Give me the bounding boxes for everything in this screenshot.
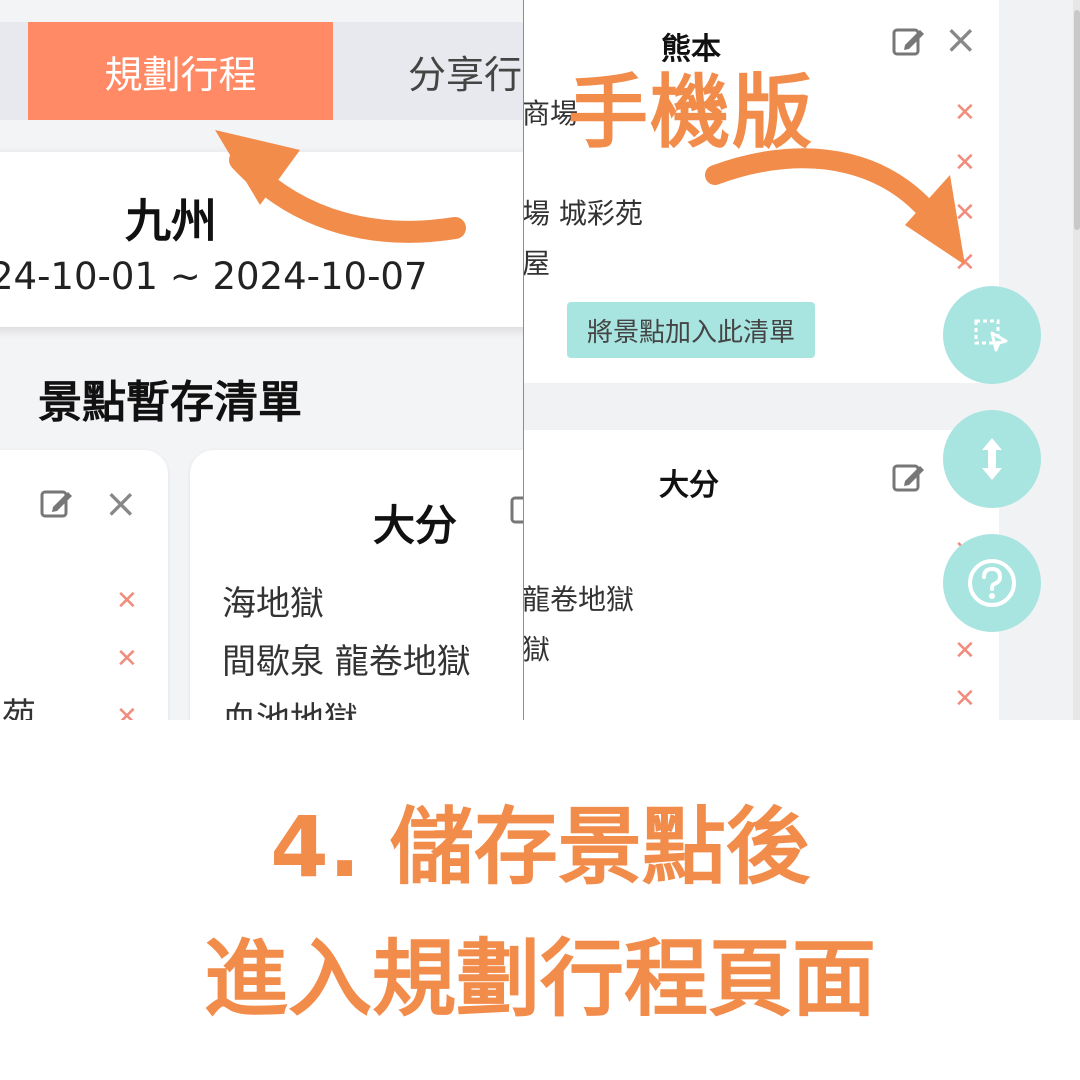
trip-card: [0, 152, 580, 327]
scrollbar[interactable]: [1073, 0, 1080, 720]
mobile-version-label: 手機版: [568, 66, 814, 159]
remove-icon[interactable]: ✕: [954, 150, 976, 176]
select-spots-fab[interactable]: [943, 286, 1041, 384]
trip-dates: 24-10-01 ~ 2024-10-07: [0, 255, 428, 298]
tab-plan-itinerary[interactable]: 規劃行程: [28, 22, 333, 120]
close-icon[interactable]: ×: [104, 484, 138, 524]
remove-icon[interactable]: ✕: [954, 250, 976, 276]
spot-item: 血池地獄: [222, 700, 358, 720]
reorder-fab[interactable]: [943, 410, 1041, 508]
scrollbar-thumb[interactable]: [1074, 10, 1080, 230]
help-fab[interactable]: [943, 534, 1041, 632]
edit-icon[interactable]: [40, 486, 74, 520]
spot-item: 間歇泉 龍卷地獄: [222, 642, 471, 682]
trip-title: 九州: [125, 194, 217, 248]
remove-icon[interactable]: ✕: [954, 100, 976, 126]
remove-icon[interactable]: ✕: [954, 200, 976, 226]
remove-icon[interactable]: ✕: [954, 686, 976, 712]
remove-icon[interactable]: ✕: [116, 646, 138, 672]
help-icon: [968, 559, 1016, 607]
spot-item: 獄: [523, 633, 551, 666]
card-title: 大分: [373, 501, 458, 550]
edit-icon[interactable]: [892, 24, 926, 58]
spot-item: 海地獄: [222, 584, 324, 624]
card-title: 大分: [659, 468, 719, 503]
spot-item: 苑: [2, 696, 36, 720]
resize-vertical-icon: [982, 438, 1002, 480]
caption-line-1: 4. 儲存景點後: [270, 798, 810, 896]
remove-icon[interactable]: ✕: [116, 704, 138, 720]
spot-list-card: [0, 450, 168, 720]
spot-pool-heading: 景點暫存清單: [38, 377, 302, 428]
infographic: 規劃行程 分享行 九州 24-10-01 ~ 2024-10-07 景點暫存清單…: [0, 0, 1080, 1080]
spot-item: 屋: [523, 247, 551, 280]
remove-icon[interactable]: ✕: [954, 638, 976, 664]
close-icon[interactable]: ×: [944, 20, 978, 60]
spot-list-card: [524, 430, 999, 720]
select-area-icon: [974, 319, 1008, 352]
edit-icon[interactable]: [892, 460, 926, 494]
remove-icon[interactable]: ✕: [116, 588, 138, 614]
caption-line-2: 進入規劃行程頁面: [203, 930, 876, 1028]
spot-item: 龍卷地獄: [523, 583, 635, 616]
add-spots-to-list-button[interactable]: 將景點加入此清單: [567, 302, 815, 358]
spot-item: 場 城彩苑: [523, 197, 643, 230]
